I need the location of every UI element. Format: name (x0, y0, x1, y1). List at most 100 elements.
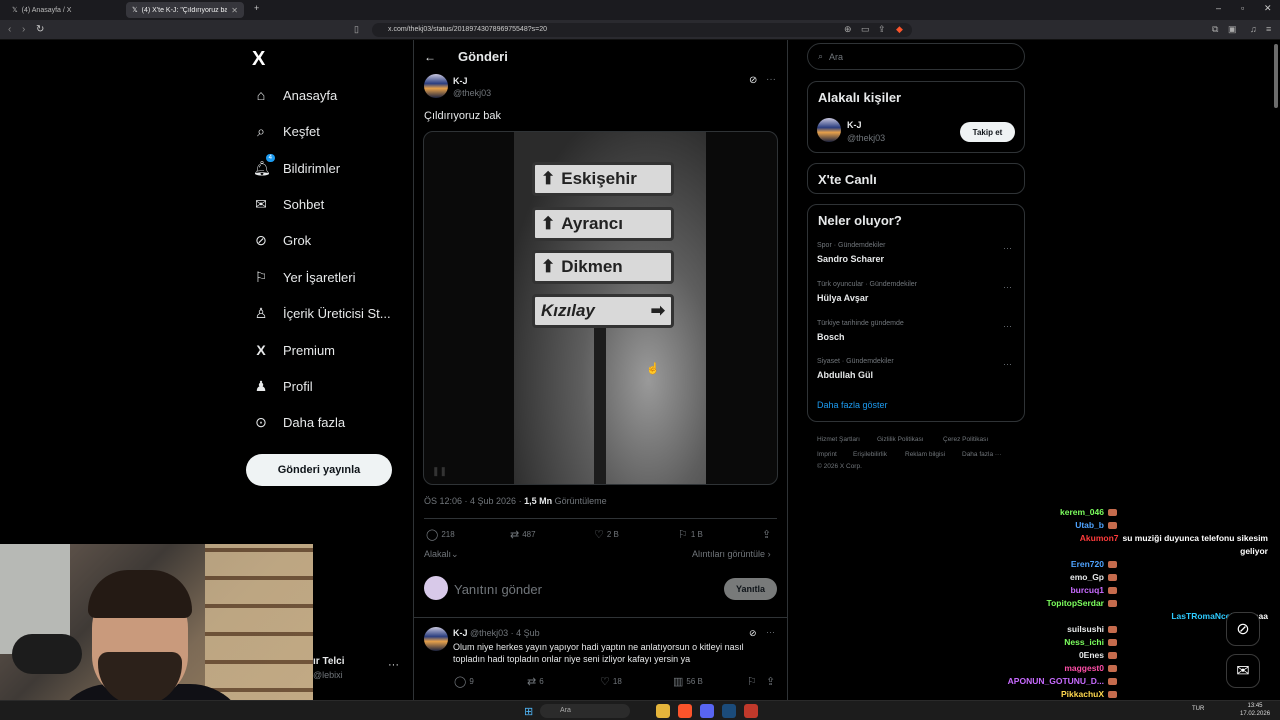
file-explorer-icon[interactable] (656, 704, 670, 718)
steam-icon[interactable] (722, 704, 736, 718)
bookmark-stat[interactable]: ⚐ 1 B (678, 528, 703, 541)
comment-bookmark[interactable]: ⚐ (747, 675, 757, 688)
x-live-card[interactable]: X'te Canlı (807, 163, 1025, 194)
post-video[interactable]: ⬆ Eskişehir ⬆ Ayrancı ⬆ Dikmen Kızılay ➡ ❚❚ (423, 131, 778, 485)
comment-avatar[interactable] (424, 627, 448, 651)
search-input[interactable]: ⌕ Ara (807, 43, 1025, 70)
back-arrow-icon[interactable]: ← (424, 50, 436, 64)
close-window-button[interactable]: ✕ (1264, 3, 1272, 14)
trend-name[interactable]: Hülya Avşar (817, 293, 868, 303)
zoom-icon[interactable]: ⊕ (844, 24, 852, 35)
footer-link[interactable]: Çerez Politikası (943, 436, 988, 443)
nav-notifications[interactable]: 🔔︎ 4 Bildirimler (253, 153, 340, 179)
nav-messages[interactable]: ✉ Sohbet (253, 193, 324, 215)
windows-start-icon[interactable]: ⊞ (524, 705, 533, 718)
tab-post[interactable]: 𝕏 (4) X'te K-J: "Çıldırıyoruz bak" ✕ (126, 2, 244, 18)
obs-icon[interactable] (744, 704, 758, 718)
discord-icon[interactable] (700, 704, 714, 718)
music-icon[interactable]: ♫ (1250, 24, 1257, 34)
reply-stat[interactable]: ◯ 218 (426, 528, 455, 541)
show-more-link[interactable]: Daha fazla göster (817, 400, 888, 410)
tab-home[interactable]: 𝕏 (4) Anasayfa / X (6, 2, 124, 18)
sidebar-icon[interactable]: ▣ (1228, 24, 1237, 35)
close-tab-icon[interactable]: ✕ (231, 6, 238, 15)
post-button[interactable]: Gönderi yayınla (246, 454, 392, 486)
trend-name[interactable]: Bosch (817, 332, 845, 342)
reply-button[interactable]: Yanıtla (724, 578, 777, 600)
comment-repost-stat[interactable]: ⇄ 6 (527, 675, 544, 688)
trend-name[interactable]: Abdullah Gül (817, 370, 873, 380)
share-stat[interactable]: ⇪ (762, 528, 771, 541)
bookmark-page-icon[interactable]: ▯ (354, 24, 359, 35)
more-icon[interactable]: ··· (766, 74, 776, 85)
comment-views-stat[interactable]: ▥ 56 B (673, 675, 703, 688)
grok-icon[interactable]: ⊘ (749, 628, 757, 639)
repost-stat[interactable]: ⇄ 487 (510, 528, 536, 541)
screen-icon[interactable]: ▭ (861, 24, 870, 35)
url-field[interactable]: x.com/thekj03/status/2018974307896975548… (372, 23, 912, 37)
follow-button[interactable]: Takip et (960, 122, 1015, 142)
author-avatar[interactable] (424, 74, 448, 98)
grok-float-button[interactable]: ⊘ (1226, 612, 1260, 646)
scrollbar-thumb[interactable] (1274, 44, 1278, 108)
nav-home[interactable]: ⌂ Anasayfa (253, 84, 337, 106)
more-icon[interactable]: ··· (766, 627, 775, 637)
nav-label: Yer İşaretleri (283, 269, 356, 285)
trend-name[interactable]: Sandro Scharer (817, 254, 884, 264)
nav-creator-studio[interactable]: ♙ İçerik Üreticisi St... (253, 302, 391, 324)
nav-explore[interactable]: ⌕ Keşfet (253, 120, 320, 142)
comment-reply-stat[interactable]: ◯ 9 (454, 675, 474, 688)
sort-dropdown[interactable]: Alakalı⌄ (424, 549, 459, 560)
pause-icon[interactable]: ❚❚ (432, 466, 447, 477)
post-time[interactable]: ÖS 12:06 · 4 Şub 2026 · (424, 496, 524, 506)
quotes-link[interactable]: Alıntıları görüntüle › (692, 549, 771, 559)
account-name[interactable]: ır Telci (313, 656, 345, 667)
chat-username: PikkachuX (1061, 689, 1104, 699)
minimize-button[interactable]: – (1216, 3, 1221, 13)
footer-link[interactable]: Hizmet Şartları (817, 436, 860, 443)
language-indicator[interactable]: TUR (1192, 706, 1204, 712)
comment-author[interactable]: K-J @thekj03 · 4 Şub (453, 628, 540, 638)
reply-input[interactable]: Yanıtını gönder (454, 582, 542, 597)
brave-icon[interactable] (678, 704, 692, 718)
new-tab-button[interactable]: + (254, 3, 259, 13)
trend-more-icon[interactable]: ··· (1003, 243, 1012, 253)
brave-shield-icon[interactable]: ◆ (896, 24, 903, 35)
grok-icon[interactable]: ⊘ (749, 75, 757, 86)
trend-more-icon[interactable]: ··· (1003, 282, 1012, 292)
footer-link[interactable]: Reklam bilgisi (905, 451, 945, 458)
share-icon[interactable]: ⇪ (878, 24, 886, 35)
trend-more-icon[interactable]: ··· (1003, 359, 1012, 369)
comment-share[interactable]: ⇪ (766, 675, 775, 688)
x-logo-icon[interactable]: X (252, 48, 265, 71)
views-count: 56 B (686, 677, 703, 686)
account-handle[interactable]: @lebixi (313, 670, 343, 680)
back-icon[interactable]: ‹ (8, 24, 11, 35)
author-handle[interactable]: @thekj03 (453, 88, 491, 98)
maximize-button[interactable]: ▫ (1241, 3, 1244, 13)
messages-float-button[interactable]: ✉ (1226, 654, 1260, 688)
footer-link[interactable]: Daha fazla ··· (962, 451, 1001, 458)
nav-bookmarks[interactable]: ⚐ Yer İşaretleri (253, 266, 356, 288)
taskbar-search[interactable]: Ara (540, 704, 630, 718)
clock[interactable]: 13:45 17.02.2026 (1240, 702, 1270, 718)
related-handle[interactable]: @thekj03 (847, 133, 885, 143)
trend-more-icon[interactable]: ··· (1003, 321, 1012, 331)
comment-like-stat[interactable]: ♡ 18 (600, 675, 622, 688)
nav-premium[interactable]: X Premium (253, 339, 335, 361)
author-name[interactable]: K-J (453, 76, 468, 86)
like-stat[interactable]: ♡ 2 B (594, 528, 619, 541)
account-more-icon[interactable]: ··· (388, 659, 399, 671)
footer-link[interactable]: Gizlilik Politikası (877, 436, 924, 443)
nav-profile[interactable]: ♟ Profil (253, 375, 313, 397)
reload-icon[interactable]: ↻ (36, 24, 44, 35)
nav-more[interactable]: ⊙ Daha fazla (253, 411, 345, 433)
footer-link[interactable]: Imprint (817, 451, 837, 458)
related-name[interactable]: K-J (847, 120, 862, 130)
forward-icon[interactable]: › (22, 24, 25, 35)
nav-grok[interactable]: ⊘ Grok (253, 229, 311, 251)
related-avatar[interactable] (817, 118, 841, 142)
footer-link[interactable]: Erişilebilirlik (853, 451, 887, 458)
menu-icon[interactable]: ≡ (1266, 24, 1271, 34)
extensions-icon[interactable]: ⧉ (1212, 24, 1218, 35)
